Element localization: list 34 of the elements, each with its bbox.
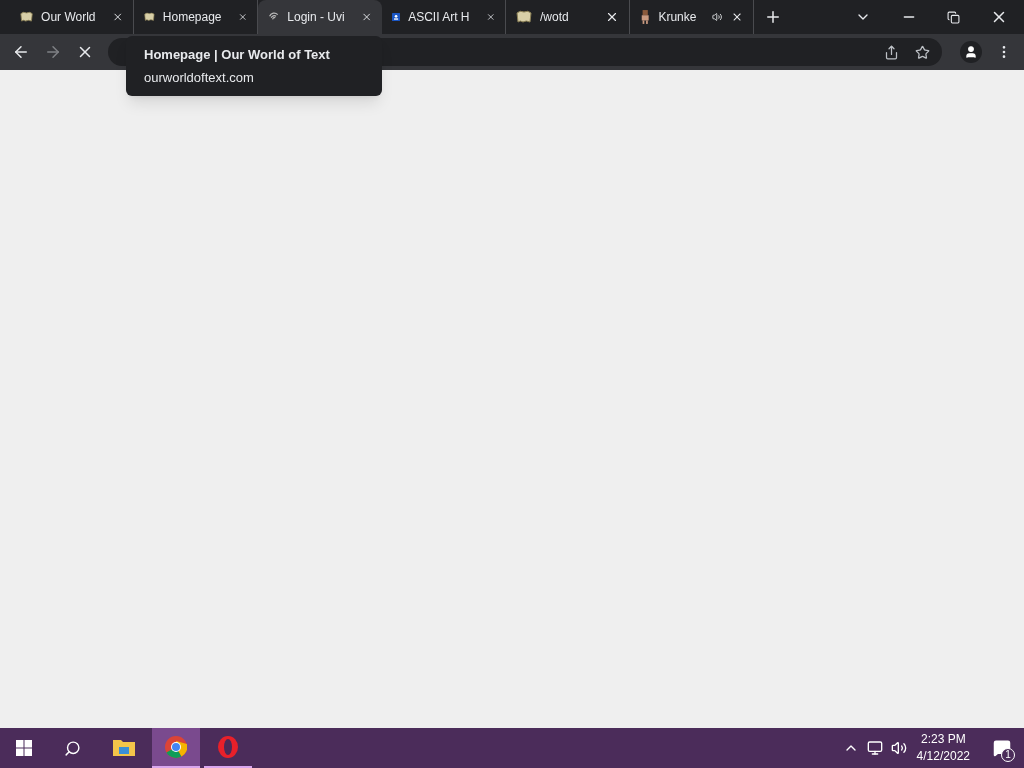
notification-count: 1 xyxy=(1001,748,1015,762)
clock[interactable]: 2:23 PM 4/12/2022 xyxy=(916,731,970,765)
close-icon[interactable] xyxy=(111,10,123,24)
new-tab-icon[interactable] xyxy=(764,8,782,26)
scroll-icon xyxy=(144,10,155,24)
scroll-icon xyxy=(516,10,532,24)
tab-title: Our World xyxy=(41,9,96,26)
tab-title: Krunke xyxy=(658,9,697,26)
figure-icon xyxy=(640,9,651,25)
close-icon[interactable] xyxy=(605,10,619,24)
restore-icon[interactable] xyxy=(947,10,960,24)
tab-title: Login - Uvi xyxy=(287,9,345,26)
back-icon[interactable] xyxy=(12,43,30,61)
profile-avatar[interactable] xyxy=(960,41,982,63)
forward-icon[interactable] xyxy=(44,43,62,61)
tooltip-url: ourworldoftext.com xyxy=(144,68,255,87)
tab-title: ASCII Art H xyxy=(408,9,470,26)
opera-icon xyxy=(217,736,239,758)
taskbar-app[interactable] xyxy=(152,728,200,768)
tooltip-title: Homepage | Our World of Text xyxy=(144,46,331,64)
search-icon xyxy=(63,739,81,757)
scroll-icon xyxy=(20,10,34,24)
chrome-icon xyxy=(165,736,187,758)
notification-button[interactable]: 1 xyxy=(980,728,1024,768)
speaker-icon[interactable] xyxy=(890,740,907,756)
browser-tab[interactable]: Login - Uvi xyxy=(258,0,382,34)
bookmark-icon[interactable] xyxy=(915,44,930,60)
tab-title: /wotd xyxy=(540,9,569,26)
tab-title: Homepage xyxy=(162,9,222,26)
windows-icon xyxy=(16,740,32,756)
network-icon[interactable] xyxy=(866,740,883,756)
folder-icon xyxy=(113,738,135,756)
badge-icon xyxy=(392,11,401,23)
share-icon[interactable] xyxy=(884,44,899,60)
